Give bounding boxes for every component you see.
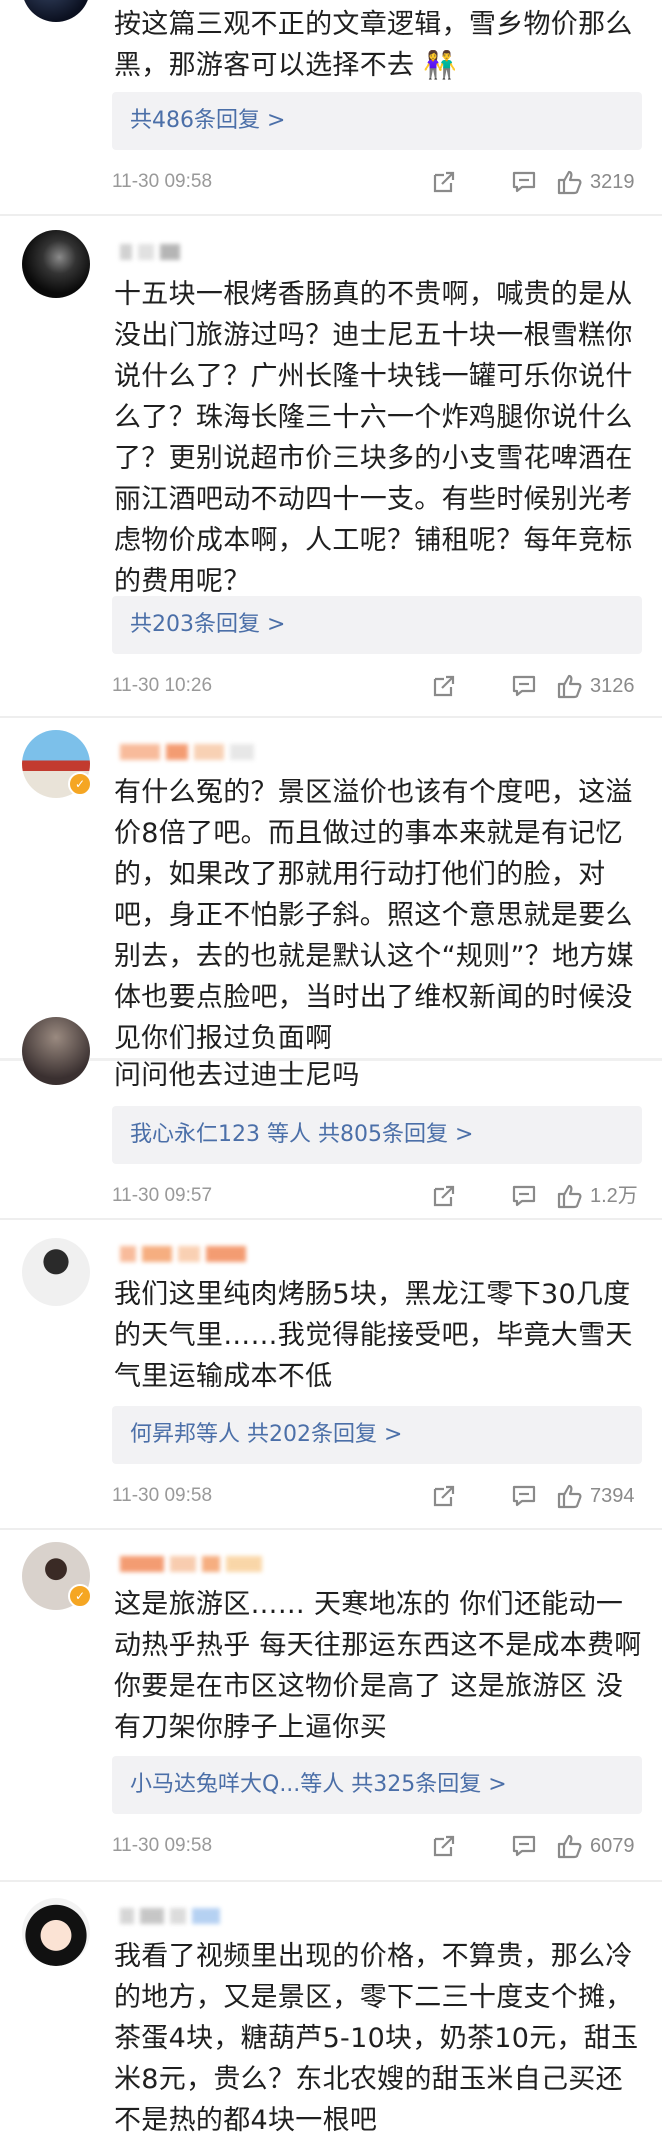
divider [0, 1528, 662, 1530]
comment-text: 这是旅游区…… 天寒地冻的 你们还能动一动热乎热乎 每天往那运东西这不是成本费啊… [114, 1589, 642, 1743]
replies-link[interactable]: 我心永仁123 等人 共805条回复 > [112, 1106, 642, 1164]
comment-text: 我们这里纯肉烤肠5块，黑龙江零下30几度的天气里……我觉得能接受吧，毕竟大雪天气… [114, 1279, 633, 1392]
like-icon[interactable] [556, 672, 584, 700]
share-icon[interactable] [430, 168, 458, 196]
comment-meta: 11-30 09:58 7394 [112, 1476, 642, 1516]
replies-link[interactable]: 共203条回复 > [112, 596, 642, 654]
comment-text: 我看了视频里出现的价格，不算贵，那么冷的地方，又是景区，零下二三十度支个摊，茶蛋… [114, 1941, 639, 2136]
comment-text: 有什么冤的？景区溢价也该有个度吧，这溢价8倍了吧。而且做过的事本来就是有记忆的，… [114, 777, 634, 1054]
replies-link[interactable]: 小马达兔咩大Q...等人 共325条回复 > [112, 1756, 642, 1814]
comment-icon[interactable] [510, 1482, 538, 1510]
avatar[interactable] [22, 1017, 90, 1085]
like-icon[interactable] [556, 1182, 584, 1210]
comment-icon[interactable] [510, 672, 538, 700]
timestamp: 11-30 09:58 [112, 1835, 213, 1856]
verified-badge-icon: ✓ [68, 1584, 92, 1608]
share-icon[interactable] [430, 672, 458, 700]
replies-link[interactable]: 何昇邦等人 共202条回复 > [112, 1406, 642, 1464]
comment-icon[interactable] [510, 168, 538, 196]
username[interactable] [120, 742, 254, 762]
comment-meta: 11-30 09:58 6079 [112, 1826, 642, 1866]
avatar[interactable] [22, 1898, 90, 1966]
comment-text: 十五块一根烤香肠真的不贵啊，喊贵的是从没出门旅游过吗？迪士尼五十块一根雪糕你说什… [114, 279, 633, 597]
comment-icon[interactable] [510, 1832, 538, 1860]
timestamp: 11-30 09:57 [112, 1185, 213, 1206]
like-icon[interactable] [556, 168, 584, 196]
avatar[interactable] [22, 230, 90, 298]
share-icon[interactable] [430, 1182, 458, 1210]
username[interactable] [120, 1244, 246, 1264]
timestamp: 11-30 10:26 [112, 675, 213, 696]
comment-meta: 11-30 09:58 3219 [112, 162, 642, 202]
divider [0, 1880, 662, 1882]
share-icon[interactable] [430, 1832, 458, 1860]
avatar[interactable]: ✓ [22, 730, 92, 798]
timestamp: 11-30 09:58 [112, 171, 213, 192]
like-count: 1.2万 [590, 1185, 638, 1207]
like-count: 6079 [590, 1835, 635, 1857]
comment-text: 按这篇三观不正的文章逻辑，雪乡物价那么黑，那游客可以选择不去 👫 [114, 9, 633, 81]
avatar[interactable]: ✓ [22, 1542, 92, 1610]
like-icon[interactable] [556, 1482, 584, 1510]
verified-badge-icon: ✓ [68, 772, 92, 796]
divider [0, 214, 662, 216]
username[interactable] [120, 1554, 262, 1574]
comment-meta: 11-30 10:26 3126 [112, 666, 642, 706]
replies-link[interactable]: 共486条回复 > [112, 92, 642, 150]
username[interactable] [120, 242, 180, 262]
like-count: 7394 [590, 1485, 635, 1507]
comment-meta: 11-30 09:57 1.2万 [112, 1176, 642, 1216]
share-icon[interactable] [430, 1482, 458, 1510]
comment-icon[interactable] [510, 1182, 538, 1210]
avatar[interactable] [22, 0, 90, 22]
like-icon[interactable] [556, 1832, 584, 1860]
divider [0, 1218, 662, 1220]
username[interactable] [120, 1906, 220, 1926]
like-count: 3126 [590, 675, 635, 697]
like-count: 3219 [590, 171, 635, 193]
timestamp: 11-30 09:58 [112, 1485, 213, 1506]
comment-text: 问问他去过迪士尼吗 [114, 1060, 360, 1091]
avatar[interactable] [22, 1238, 90, 1306]
divider [0, 716, 662, 718]
